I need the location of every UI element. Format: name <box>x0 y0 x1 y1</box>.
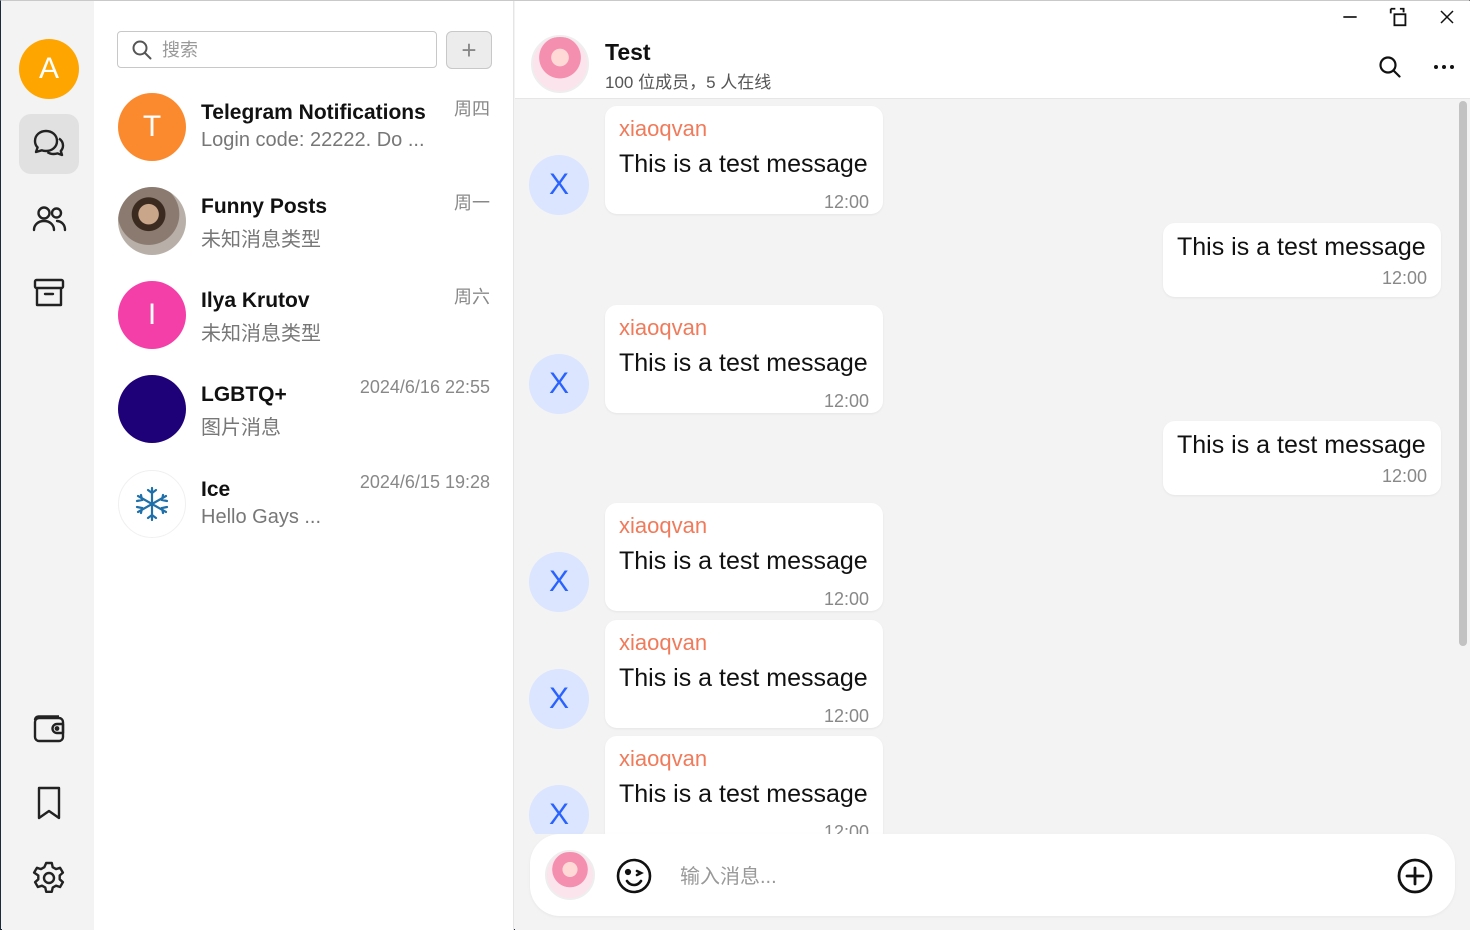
message-bubble: xiaoqvan This is a test message 12:00 <box>605 620 883 728</box>
chat-name: Ice <box>201 478 231 501</box>
message-list: X xiaoqvan This is a test message 12:00 … <box>515 99 1455 834</box>
chat-list-item[interactable]: I Ilya Krutov 未知消息类型 周六 <box>94 281 513 375</box>
message-time: 12:00 <box>823 391 869 411</box>
search-box[interactable] <box>117 31 437 68</box>
new-chat-button[interactable]: + <box>446 31 492 69</box>
emoji-icon[interactable] <box>614 856 654 896</box>
avatar <box>118 470 186 538</box>
chat-list-item[interactable]: Ice Hello Gays ... 2024/6/15 19:28 <box>94 470 513 564</box>
chat-list-item[interactable]: T Telegram Notifications Login code: 222… <box>94 93 513 187</box>
minimize-icon[interactable] <box>1338 5 1362 29</box>
chat-preview: 未知消息类型 <box>201 229 321 251</box>
message-text: This is a test message <box>619 664 868 692</box>
message-time: 12:00 <box>823 822 869 834</box>
message-text: This is a test message <box>619 780 868 808</box>
bookmark-icon[interactable] <box>19 773 79 833</box>
conversation-subtitle: 100 位成员，5 人在线 <box>605 73 772 92</box>
message-text: This is a test message <box>619 547 868 575</box>
chats-icon[interactable] <box>19 114 79 174</box>
chat-time: 2024/6/15 19:28 <box>359 472 490 492</box>
message-input[interactable] <box>680 862 1360 892</box>
conversation-title: Test <box>605 39 651 65</box>
message-time: 12:00 <box>823 589 869 609</box>
message-text: This is a test message <box>1177 233 1426 261</box>
avatar: I <box>118 281 186 349</box>
message-bubble: xiaoqvan This is a test message 12:00 <box>605 106 883 214</box>
message-time: 12:00 <box>823 192 869 212</box>
message-text: This is a test message <box>619 150 868 178</box>
search-input[interactable] <box>162 37 422 63</box>
chat-list-item[interactable]: Funny Posts 未知消息类型 周一 <box>94 187 513 281</box>
avatar: T <box>118 93 186 161</box>
message-sender[interactable]: xiaoqvan <box>619 630 707 656</box>
avatar[interactable]: X <box>529 354 589 414</box>
chat-name: Ilya Krutov <box>201 289 310 312</box>
chat-list-item[interactable]: LGBTQ+ 图片消息 2024/6/16 22:55 <box>94 375 513 469</box>
message-text: This is a test message <box>1177 431 1426 459</box>
conversation-header: Test 100 位成员，5 人在线 <box>515 1 1470 99</box>
chat-name: LGBTQ+ <box>201 383 287 406</box>
avatar[interactable]: X <box>529 785 589 834</box>
wallet-icon[interactable] <box>19 698 79 758</box>
close-icon[interactable] <box>1435 5 1459 29</box>
chat-time: 2024/6/16 22:55 <box>359 377 490 397</box>
chat-name: Funny Posts <box>201 195 328 218</box>
search-icon[interactable] <box>1377 54 1403 80</box>
send-as-avatar[interactable] <box>545 850 595 900</box>
settings-icon[interactable] <box>19 848 79 908</box>
message-bubble: This is a test message 12:00 <box>1163 223 1441 297</box>
restore-icon[interactable] <box>1387 5 1411 29</box>
search-icon <box>132 40 152 60</box>
snowflake-icon <box>135 486 169 522</box>
chat-preview: Hello Gays ... <box>201 506 322 528</box>
add-attachment-icon[interactable] <box>1395 856 1435 896</box>
message-sender[interactable]: xiaoqvan <box>619 746 707 772</box>
avatar <box>118 375 186 443</box>
message-sender[interactable]: xiaoqvan <box>619 513 707 539</box>
chat-time: 周四 <box>454 99 490 119</box>
conversation-pane: Test 100 位成员，5 人在线 X xiaoqvan This is a … <box>515 1 1470 930</box>
chat-preview: Login code: 22222. Do ... <box>201 129 425 151</box>
avatar[interactable]: X <box>529 552 589 612</box>
archive-icon[interactable] <box>19 263 79 323</box>
message-bubble: This is a test message 12:00 <box>1163 421 1441 495</box>
nav-rail: A <box>2 1 94 930</box>
avatar[interactable]: X <box>529 155 589 215</box>
group-avatar[interactable] <box>531 35 589 93</box>
chat-time: 周六 <box>454 287 490 307</box>
message-scrollbar[interactable] <box>1459 101 1467 646</box>
message-time: 12:00 <box>823 706 869 726</box>
chat-preview: 图片消息 <box>201 417 281 439</box>
message-sender[interactable]: xiaoqvan <box>619 116 707 142</box>
chat-name: Telegram Notifications <box>201 101 426 124</box>
app-window: A 搜索 + T Telegram Notifications Login co… <box>0 0 1470 930</box>
chat-preview: 未知消息类型 <box>201 323 321 345</box>
message-time: 12:00 <box>1381 268 1427 288</box>
message-bubble: xiaoqvan This is a test message 12:00 <box>605 736 883 834</box>
message-bubble: xiaoqvan This is a test message 12:00 <box>605 503 883 611</box>
avatar <box>118 187 186 255</box>
avatar[interactable]: X <box>529 669 589 729</box>
message-sender[interactable]: xiaoqvan <box>619 315 707 341</box>
more-icon[interactable] <box>1431 54 1457 80</box>
message-text: This is a test message <box>619 349 868 377</box>
chat-list-panel: + T Telegram Notifications Login code: 2… <box>94 1 514 930</box>
message-time: 12:00 <box>1381 466 1427 486</box>
message-bubble: xiaoqvan This is a test message 12:00 <box>605 305 883 413</box>
user-avatar[interactable]: A <box>19 39 79 99</box>
chat-time: 周一 <box>454 193 490 213</box>
contacts-icon[interactable] <box>19 189 79 249</box>
message-composer <box>530 834 1455 916</box>
